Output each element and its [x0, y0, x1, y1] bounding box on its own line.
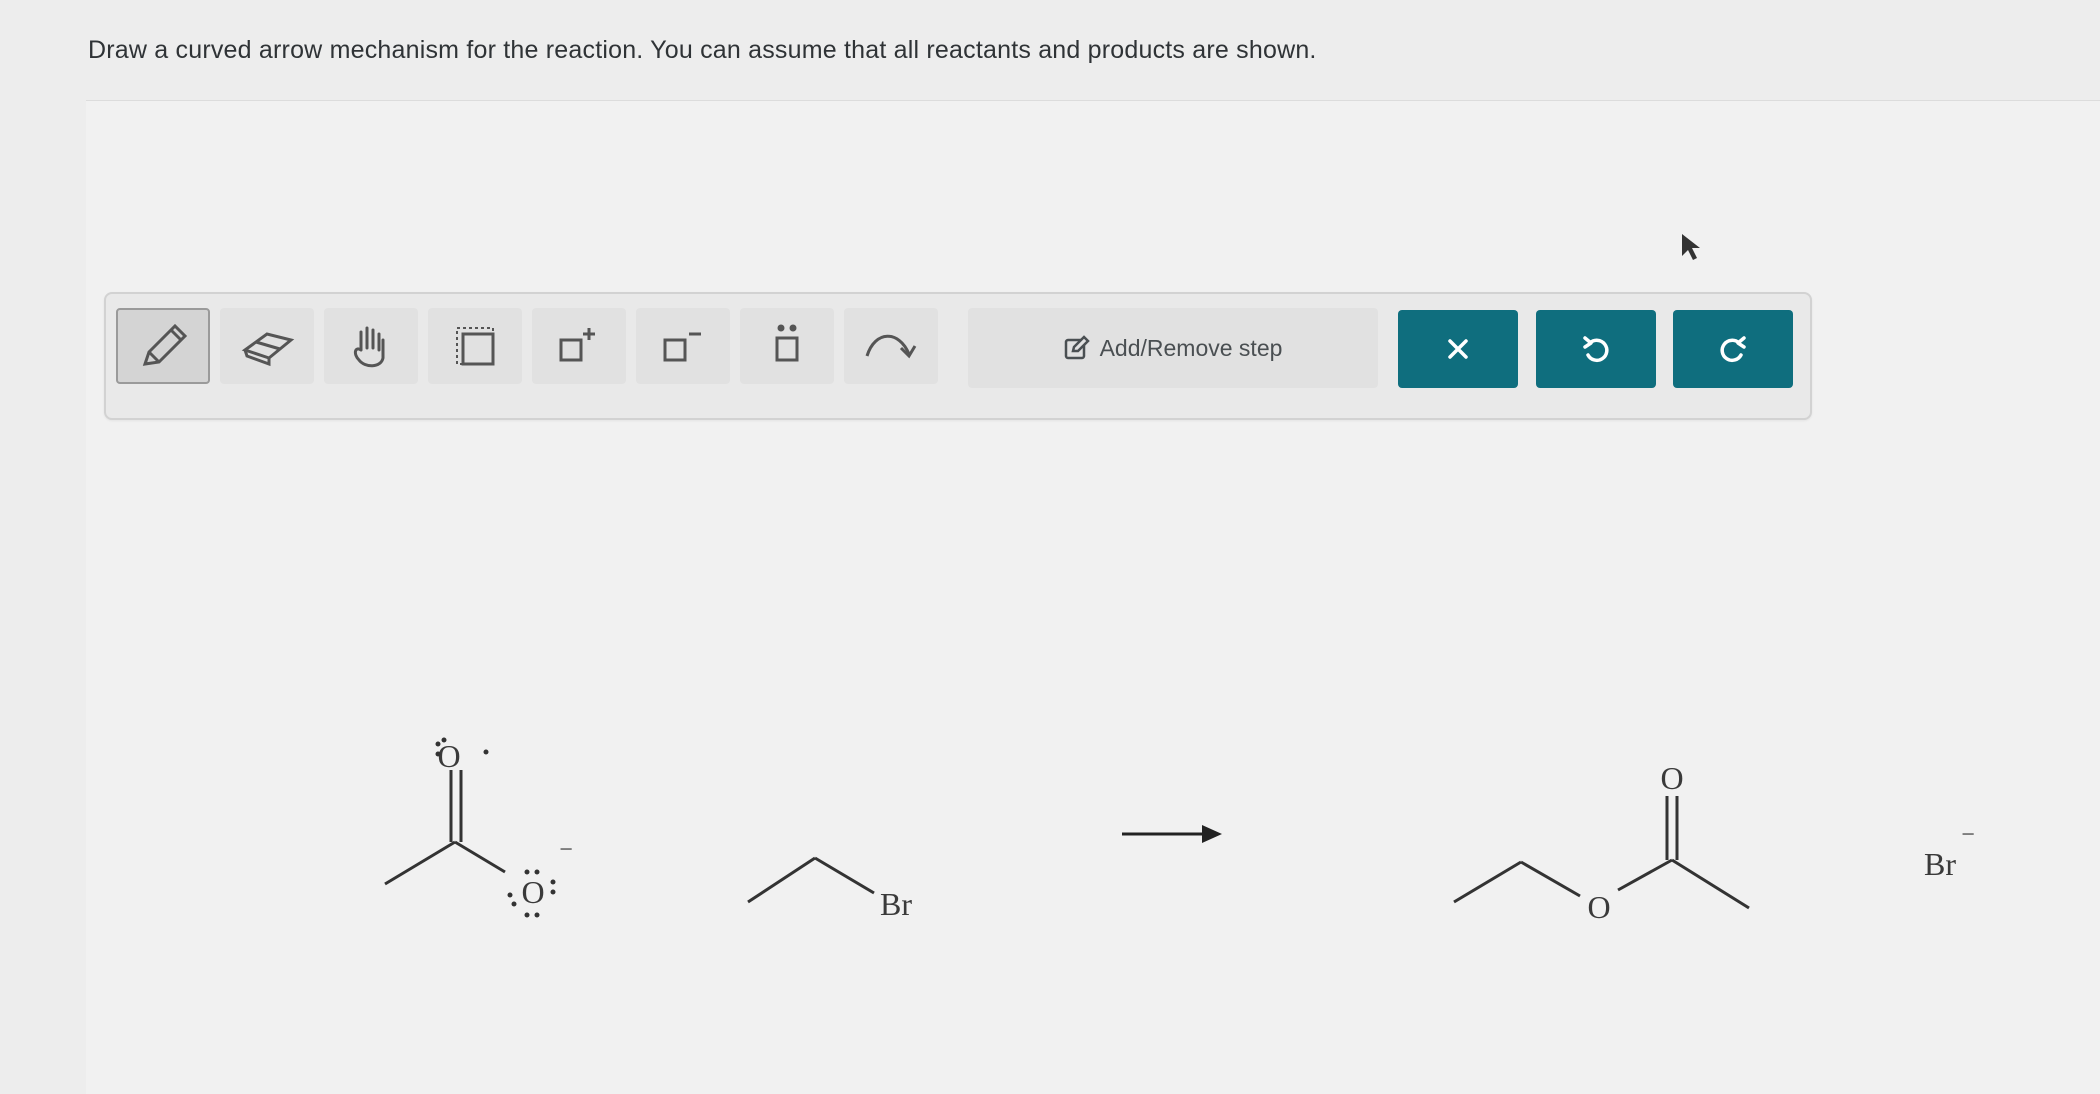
negative-charge-tool[interactable]: [636, 308, 730, 384]
add-remove-step-label: Add/Remove step: [1099, 334, 1283, 361]
drawing-panel[interactable]: [86, 100, 2100, 1094]
eraser-tool[interactable]: [220, 308, 314, 384]
move-tool[interactable]: [324, 308, 418, 384]
question-prompt: Draw a curved arrow mechanism for the re…: [88, 36, 1317, 64]
redo-icon: [1720, 336, 1746, 363]
positive-charge-icon: [559, 328, 595, 362]
add-remove-step-button[interactable]: Add/Remove step: [968, 308, 1378, 388]
undo-button[interactable]: [1536, 310, 1656, 388]
eraser-icon: [241, 332, 295, 367]
edit-icon: [1064, 335, 1090, 360]
selection-box-icon: [456, 327, 495, 366]
lone-pair-icon: [775, 324, 799, 362]
drawing-toolbar: Add/Remove step: [104, 292, 1812, 420]
undo-icon: [1583, 336, 1609, 363]
curved-arrow-icon: [865, 334, 917, 359]
curved-arrow-tool[interactable]: [844, 308, 938, 384]
negative-charge-icon: [663, 332, 701, 362]
mouse-pointer-icon: [1682, 234, 1700, 260]
close-icon: [1448, 339, 1468, 359]
positive-charge-tool[interactable]: [532, 308, 626, 384]
lone-pair-tool[interactable]: [740, 308, 834, 384]
hand-icon: [353, 326, 385, 368]
select-tool[interactable]: [428, 308, 522, 384]
pencil-tool[interactable]: [116, 308, 210, 384]
redo-button[interactable]: [1673, 310, 1793, 388]
clear-button[interactable]: [1398, 310, 1518, 388]
pencil-icon: [142, 323, 188, 366]
